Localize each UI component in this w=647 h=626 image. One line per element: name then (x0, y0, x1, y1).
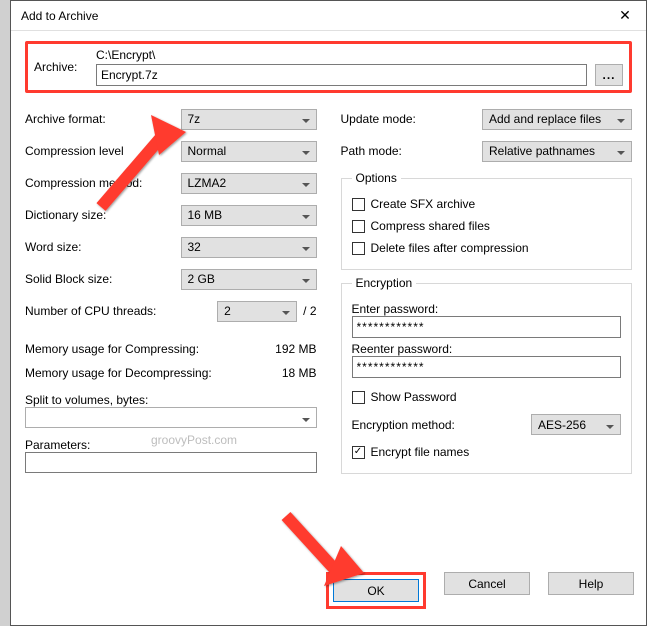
parameters-input[interactable] (25, 452, 317, 473)
dictionary-size-combo[interactable]: 16 MB (181, 205, 317, 226)
split-volumes-combo[interactable] (25, 407, 317, 428)
help-button[interactable]: Help (548, 572, 634, 595)
checkbox-icon (352, 198, 365, 211)
chevron-down-icon (298, 411, 310, 425)
window-title: Add to Archive (21, 9, 98, 23)
compression-method-label: Compression method: (25, 176, 181, 190)
close-icon: ✕ (619, 7, 631, 24)
solid-block-combo[interactable]: 2 GB (181, 269, 317, 290)
chevron-down-icon (298, 112, 310, 126)
reenter-password-label: Reenter password: (352, 342, 622, 356)
browse-button[interactable]: ... (595, 64, 623, 86)
titlebar: Add to Archive ✕ (11, 1, 646, 31)
word-size-label: Word size: (25, 240, 181, 254)
cpu-threads-label: Number of CPU threads: (25, 304, 217, 318)
archive-path-text: C:\Encrypt\ (96, 48, 623, 62)
chevron-down-icon (602, 418, 614, 432)
cancel-button[interactable]: Cancel (444, 572, 530, 595)
left-column: Archive format: 7z Compression level Nor… (25, 105, 317, 480)
checkbox-icon (352, 242, 365, 255)
encryption-legend: Encryption (352, 276, 417, 290)
close-button[interactable]: ✕ (604, 1, 646, 31)
dictionary-size-label: Dictionary size: (25, 208, 181, 222)
compression-level-label: Compression level (25, 144, 181, 158)
compression-method-combo[interactable]: LZMA2 (181, 173, 317, 194)
mem-decompress-label: Memory usage for Decompressing: (25, 366, 212, 380)
sfx-checkbox-row[interactable]: Create SFX archive (352, 193, 622, 215)
encryption-group: Encryption Enter password: Reenter passw… (341, 276, 633, 474)
update-mode-combo[interactable]: Add and replace files (482, 109, 632, 130)
mem-decompress-value: 18 MB (282, 366, 317, 380)
ok-highlight: OK (326, 572, 426, 609)
ok-button[interactable]: OK (333, 579, 419, 602)
archive-format-label: Archive format: (25, 112, 181, 126)
checkbox-icon (352, 391, 365, 404)
compression-level-combo[interactable]: Normal (181, 141, 317, 162)
encrypt-names-checkbox-row[interactable]: Encrypt file names (352, 441, 622, 463)
delete-after-checkbox-row[interactable]: Delete files after compression (352, 237, 622, 259)
cpu-total: / 2 (303, 304, 316, 318)
reenter-password-input[interactable] (352, 356, 622, 378)
word-size-combo[interactable]: 32 (181, 237, 317, 258)
chevron-down-icon (298, 240, 310, 254)
options-legend: Options (352, 171, 401, 185)
chevron-down-icon (298, 176, 310, 190)
dialog-buttons: OK Cancel Help (11, 572, 646, 625)
chevron-down-icon (613, 144, 625, 158)
chevron-down-icon (298, 144, 310, 158)
archive-filename-combo[interactable]: Encrypt.7z (96, 64, 587, 86)
add-to-archive-dialog: Add to Archive ✕ Archive: C:\Encrypt\ En… (10, 0, 647, 626)
archive-format-combo[interactable]: 7z (181, 109, 317, 130)
archive-label: Archive: (34, 48, 84, 74)
enter-password-label: Enter password: (352, 302, 622, 316)
split-label: Split to volumes, bytes: (25, 393, 317, 407)
parameters-label: Parameters: (25, 438, 317, 452)
enter-password-input[interactable] (352, 316, 622, 338)
right-column: Update mode: Add and replace files Path … (341, 105, 633, 480)
chevron-down-icon (298, 272, 310, 286)
mem-compress-value: 192 MB (275, 342, 316, 356)
chevron-down-icon (298, 208, 310, 222)
archive-filename-value: Encrypt.7z (101, 68, 158, 82)
checkbox-icon (352, 220, 365, 233)
chevron-down-icon (613, 112, 625, 126)
path-mode-label: Path mode: (341, 144, 483, 158)
mem-compress-label: Memory usage for Compressing: (25, 342, 199, 356)
checkbox-checked-icon (352, 446, 365, 459)
encryption-method-combo[interactable]: AES-256 (531, 414, 621, 435)
archive-section: Archive: C:\Encrypt\ Encrypt.7z ... (25, 41, 632, 93)
options-group: Options Create SFX archive Compress shar… (341, 171, 633, 270)
update-mode-label: Update mode: (341, 112, 483, 126)
solid-block-label: Solid Block size: (25, 272, 181, 286)
encryption-method-label: Encryption method: (352, 418, 522, 432)
path-mode-combo[interactable]: Relative pathnames (482, 141, 632, 162)
chevron-down-icon (278, 304, 290, 318)
cpu-threads-combo[interactable]: 2 (217, 301, 297, 322)
show-password-checkbox-row[interactable]: Show Password (352, 386, 622, 408)
compress-shared-checkbox-row[interactable]: Compress shared files (352, 215, 622, 237)
